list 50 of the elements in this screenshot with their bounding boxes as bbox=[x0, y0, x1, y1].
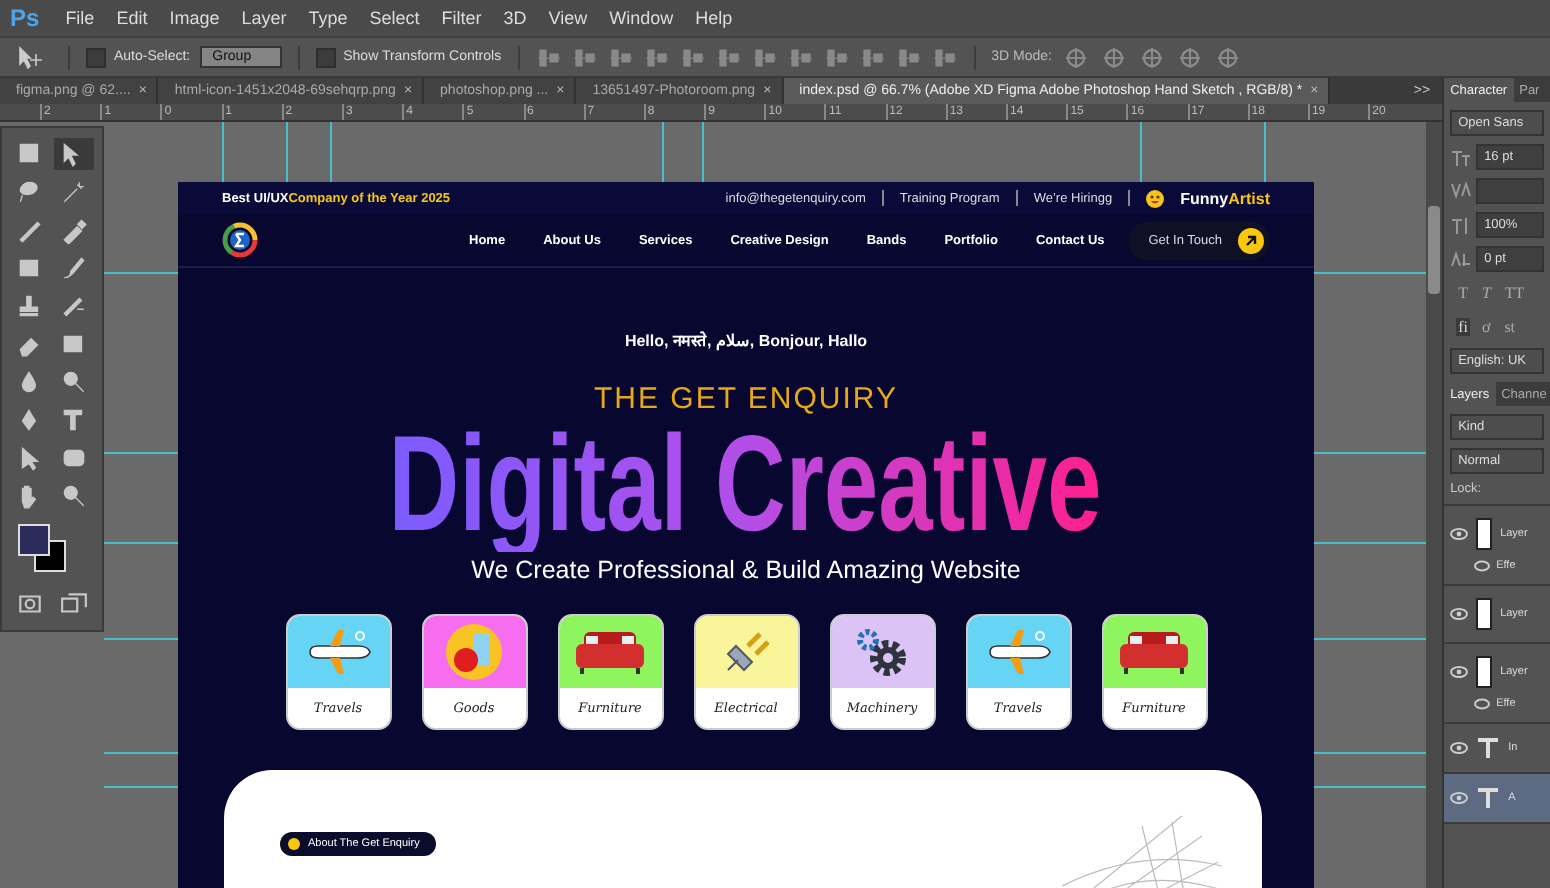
layer-thumbnail bbox=[1476, 656, 1493, 688]
text-layer-icon bbox=[1476, 786, 1501, 810]
menu-item[interactable]: 3D bbox=[503, 8, 527, 28]
text-style-button[interactable]: T bbox=[1479, 284, 1493, 302]
auto-select-checkbox[interactable] bbox=[86, 47, 106, 67]
eye-icon[interactable] bbox=[1450, 742, 1469, 754]
menu-item[interactable]: Edit bbox=[116, 8, 148, 28]
menu-item[interactable]: Type bbox=[308, 8, 348, 28]
greeting-text: Hello, नमस्ते, سلام, Bonjour, Hallo bbox=[624, 329, 868, 350]
eye-icon[interactable] bbox=[1450, 528, 1469, 540]
text-style-button[interactable]: TT bbox=[1502, 284, 1527, 302]
menu-item[interactable]: Image bbox=[169, 8, 220, 28]
sofa-icon bbox=[1116, 628, 1192, 676]
move-icon[interactable] bbox=[54, 138, 94, 170]
text-layer-icon bbox=[1476, 736, 1501, 760]
color-swatches-icon[interactable] bbox=[14, 524, 70, 576]
transform-controls-checkbox[interactable] bbox=[315, 47, 336, 67]
eye-icon[interactable] bbox=[1450, 608, 1469, 620]
opentype-button[interactable]: ơ bbox=[1479, 318, 1493, 336]
eye-icon[interactable] bbox=[1474, 560, 1491, 572]
menu-item[interactable]: Help bbox=[695, 8, 733, 28]
layer-thumbnail bbox=[1476, 598, 1493, 630]
opentype-button[interactable]: st bbox=[1502, 318, 1518, 336]
font-size-icon bbox=[1450, 147, 1473, 167]
vertical-scale-icon bbox=[1450, 215, 1473, 235]
menu-item[interactable]: Select bbox=[369, 8, 420, 28]
sofa-icon bbox=[572, 628, 648, 676]
hero-subtitle: We Create Professional & Build Amazing Website bbox=[471, 556, 1021, 584]
eye-icon[interactable] bbox=[1474, 698, 1491, 710]
brand-name: FunnyArtist bbox=[1180, 189, 1270, 207]
tracking-icon bbox=[1450, 181, 1473, 201]
eye-icon[interactable] bbox=[1450, 666, 1469, 678]
text-style-button[interactable]: T bbox=[1456, 284, 1470, 302]
layer-thumbnail bbox=[1476, 518, 1493, 550]
logo-icon[interactable] bbox=[222, 222, 258, 258]
menu-item[interactable]: Window bbox=[609, 8, 674, 28]
eye-icon[interactable] bbox=[1450, 792, 1469, 804]
gears-icon bbox=[852, 624, 912, 680]
menu-item[interactable]: Filter bbox=[441, 8, 482, 28]
emoji-icon bbox=[1146, 189, 1165, 207]
tracking-field[interactable] bbox=[1476, 178, 1544, 204]
scrollbar[interactable] bbox=[1426, 122, 1443, 888]
menu-item[interactable]: File bbox=[65, 8, 95, 28]
menu-item[interactable]: View bbox=[548, 8, 588, 28]
baseline-shift-icon bbox=[1450, 249, 1473, 269]
menu-item[interactable]: Layer bbox=[241, 8, 287, 28]
hero-kicker: THE GET ENQUIRY bbox=[594, 382, 898, 416]
app-logo[interactable]: Ps bbox=[10, 4, 40, 32]
groceries-icon bbox=[444, 622, 504, 682]
opentype-button[interactable]: fi bbox=[1456, 318, 1470, 336]
